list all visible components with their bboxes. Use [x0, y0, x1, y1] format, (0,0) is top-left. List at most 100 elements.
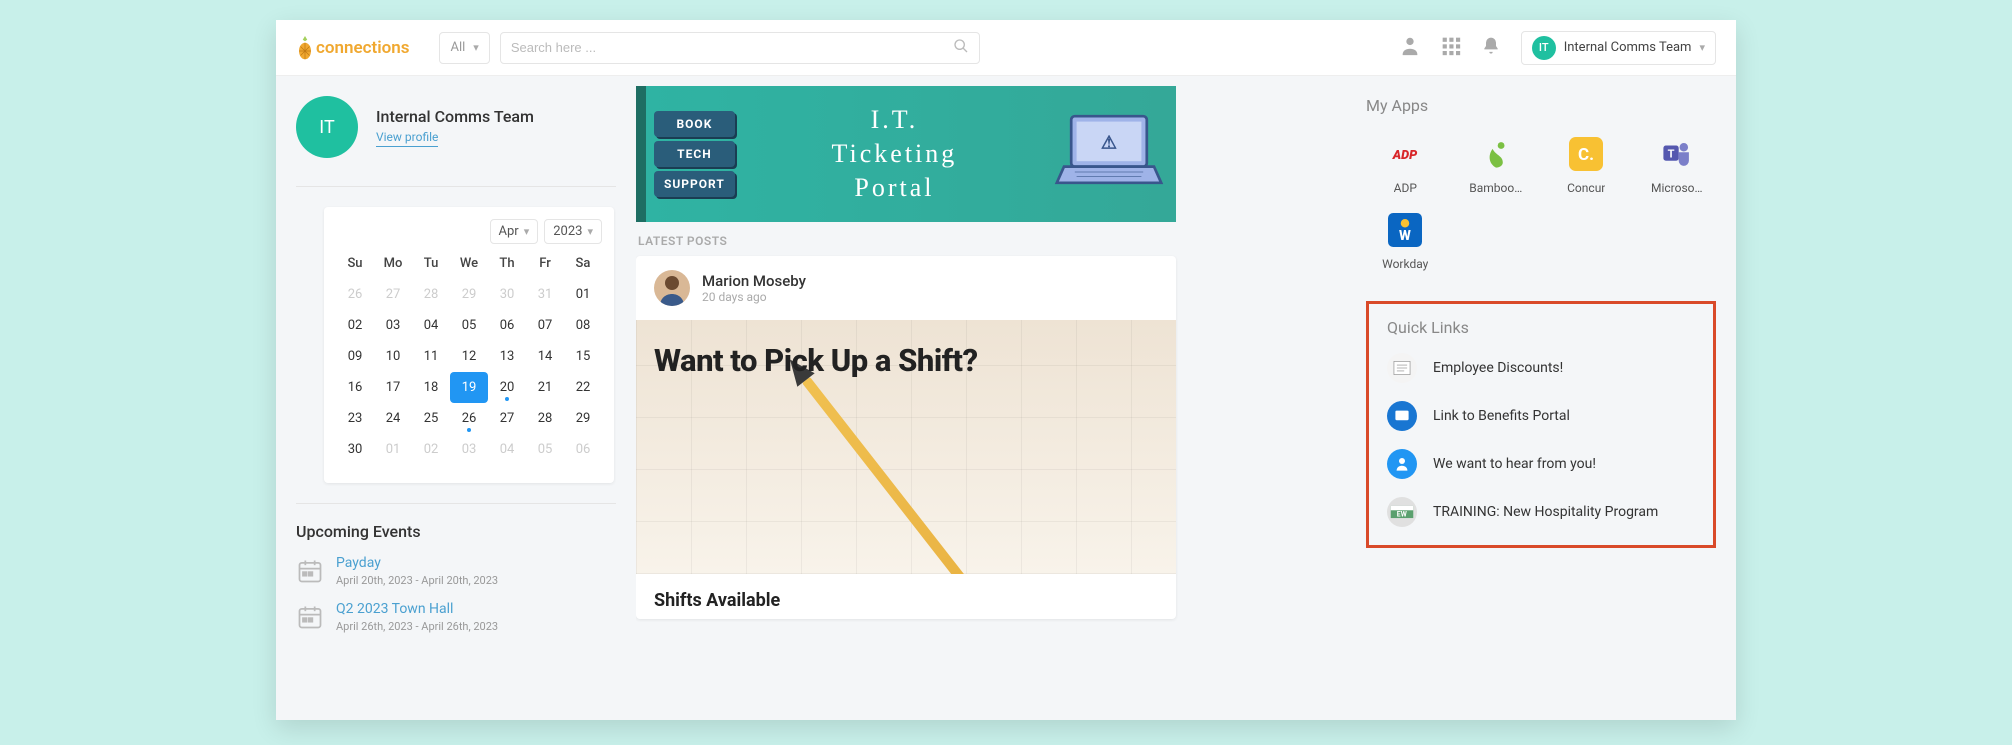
calendar-day[interactable]: 08 — [564, 310, 602, 341]
calendar-day[interactable]: 07 — [526, 310, 564, 341]
it-ticketing-banner[interactable]: BOOK TECH SUPPORT I.T. Ticketing Portal … — [636, 86, 1176, 222]
calendar-day[interactable]: 06 — [564, 434, 602, 465]
svg-text:ADP: ADP — [1392, 148, 1418, 163]
user-icon[interactable] — [1399, 35, 1421, 61]
post-image[interactable]: Want to Pick Up a Shift? — [636, 320, 1176, 574]
chevron-down-icon: ▾ — [587, 225, 593, 238]
calendar-icon — [296, 557, 324, 585]
teams-icon: T — [1660, 137, 1694, 171]
search-box[interactable] — [500, 32, 980, 64]
concur-icon: C. — [1569, 137, 1603, 171]
quick-link[interactable]: We want to hear from you! — [1387, 449, 1695, 479]
event-date: April 20th, 2023 - April 20th, 2023 — [336, 574, 498, 587]
calendar-day[interactable]: 31 — [526, 279, 564, 310]
svg-text:W: W — [1399, 228, 1411, 244]
event-item: Q2 2023 Town Hall April 26th, 2023 - Apr… — [296, 601, 616, 633]
calendar-day[interactable]: 28 — [412, 279, 450, 310]
event-title[interactable]: Q2 2023 Town Hall — [336, 601, 498, 617]
calendar-day[interactable]: 16 — [336, 372, 374, 403]
month-select[interactable]: Apr▾ — [490, 219, 539, 244]
calendar-day[interactable]: 01 — [374, 434, 412, 465]
quick-link-icon — [1387, 401, 1417, 431]
apps-grid-icon[interactable] — [1441, 36, 1461, 60]
user-menu[interactable]: IT Internal Comms Team ▾ — [1521, 31, 1716, 65]
calendar-day[interactable]: 28 — [526, 403, 564, 434]
app-label: ADP — [1394, 181, 1417, 195]
calendar-day[interactable]: 25 — [412, 403, 450, 434]
calendar-day[interactable]: 26 — [450, 403, 488, 434]
calendar-day[interactable]: 13 — [488, 341, 526, 372]
view-profile-link[interactable]: View profile — [376, 130, 438, 147]
calendar-day[interactable]: 15 — [564, 341, 602, 372]
quick-links-box: Quick Links Employee Discounts! Link to … — [1366, 301, 1716, 548]
calendar-day[interactable]: 09 — [336, 341, 374, 372]
quick-link[interactable]: EW TRAINING: New Hospitality Program — [1387, 497, 1695, 527]
quick-link-icon: EW — [1387, 497, 1417, 527]
profile-avatar: IT — [296, 96, 358, 158]
calendar-day[interactable]: 30 — [488, 279, 526, 310]
calendar-day[interactable]: 24 — [374, 403, 412, 434]
calendar-day[interactable]: 18 — [412, 372, 450, 403]
calendar-day[interactable]: 01 — [564, 279, 602, 310]
event-title[interactable]: Payday — [336, 555, 498, 571]
latest-posts-label: LATEST POSTS — [638, 234, 1366, 248]
search-input[interactable] — [511, 40, 953, 55]
pineapple-icon — [296, 35, 314, 61]
quick-link[interactable]: Employee Discounts! — [1387, 353, 1695, 383]
calendar-day[interactable]: 30 — [336, 434, 374, 465]
calendar-day[interactable]: 27 — [488, 403, 526, 434]
search-icon[interactable] — [953, 38, 969, 58]
calendar-day[interactable]: 12 — [450, 341, 488, 372]
calendar-day[interactable]: 03 — [374, 310, 412, 341]
logo[interactable]: connections — [296, 35, 409, 61]
calendar-day[interactable]: 04 — [412, 310, 450, 341]
bamboo-icon — [1479, 137, 1513, 171]
calendar-day[interactable]: 17 — [374, 372, 412, 403]
app-concur[interactable]: C. Concur — [1547, 137, 1626, 195]
quick-link[interactable]: Link to Benefits Portal — [1387, 401, 1695, 431]
calendar-day[interactable]: 19 — [450, 372, 488, 403]
calendar-day[interactable]: 02 — [412, 434, 450, 465]
event-date: April 26th, 2023 - April 26th, 2023 — [336, 620, 498, 633]
app-bamboo[interactable]: Bamboo… — [1457, 137, 1536, 195]
calendar-day[interactable]: 14 — [526, 341, 564, 372]
event-item: Payday April 20th, 2023 - April 20th, 20… — [296, 555, 616, 587]
app-workday[interactable]: W Workday — [1366, 213, 1445, 271]
calendar-day[interactable]: 26 — [336, 279, 374, 310]
post-author[interactable]: Marion Moseby — [702, 272, 806, 290]
calendar-day[interactable]: 06 — [488, 310, 526, 341]
bell-icon[interactable] — [1481, 36, 1501, 60]
quick-link-label: Link to Benefits Portal — [1433, 408, 1570, 424]
calendar-day[interactable]: 20 — [488, 372, 526, 403]
calendar-day[interactable]: 29 — [564, 403, 602, 434]
calendar-day[interactable]: 22 — [564, 372, 602, 403]
calendar-day[interactable]: 03 — [450, 434, 488, 465]
calendar-day[interactable]: 10 — [374, 341, 412, 372]
workday-icon: W — [1388, 213, 1422, 247]
app-teams[interactable]: T Microso… — [1638, 137, 1717, 195]
svg-text:C.: C. — [1578, 145, 1594, 165]
app-label: Bamboo… — [1469, 181, 1522, 195]
calendar-day[interactable]: 04 — [488, 434, 526, 465]
logo-text: connections — [316, 38, 409, 58]
calendar-day[interactable]: 05 — [450, 310, 488, 341]
adp-icon: ADP — [1388, 137, 1422, 171]
app-adp[interactable]: ADP ADP — [1366, 137, 1445, 195]
calendar-day[interactable]: 11 — [412, 341, 450, 372]
calendar-dow: Mo — [374, 248, 412, 279]
events-list: Payday April 20th, 2023 - April 20th, 20… — [296, 555, 616, 633]
calendar-day[interactable]: 29 — [450, 279, 488, 310]
calendar-day[interactable]: 02 — [336, 310, 374, 341]
calendar-day[interactable]: 27 — [374, 279, 412, 310]
category-filter[interactable]: All ▾ — [439, 32, 489, 64]
post-header: Marion Moseby 20 days ago — [636, 256, 1176, 320]
app-window: connections All ▾ IT Internal Co — [276, 20, 1736, 720]
calendar-day[interactable]: 23 — [336, 403, 374, 434]
post-author-avatar[interactable] — [654, 270, 690, 306]
right-column: My Apps ADP ADP Bamboo…C. ConcurT Micros… — [1366, 76, 1736, 720]
app-label: Concur — [1567, 181, 1605, 195]
calendar-day[interactable]: 21 — [526, 372, 564, 403]
year-select[interactable]: 2023▾ — [544, 219, 602, 244]
profile-name: Internal Comms Team — [376, 107, 534, 126]
calendar-day[interactable]: 05 — [526, 434, 564, 465]
